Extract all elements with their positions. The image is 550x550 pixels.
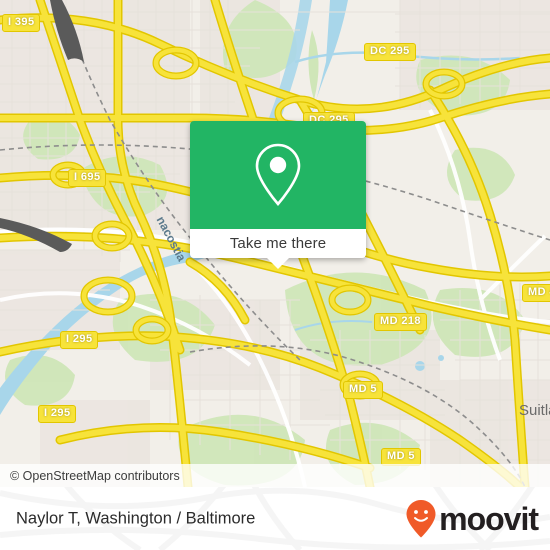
shield-i-695: I 695 <box>68 169 107 187</box>
map-pin-icon <box>255 143 301 206</box>
popup-header <box>190 121 366 229</box>
map-attribution-label: © OpenStreetMap contributors <box>10 468 180 483</box>
moovit-wordmark: moovit <box>439 500 539 537</box>
shield-i-395: I 395 <box>2 14 41 32</box>
moovit-map-screen: I 395 DC 295 DC 295 I 695 MD 4 MD 218 I … <box>0 0 550 550</box>
moovit-pin-smile-icon <box>406 499 436 537</box>
map-canvas[interactable]: I 395 DC 295 DC 295 I 695 MD 4 MD 218 I … <box>0 0 550 487</box>
footer-bar: Naylor T, Washington / Baltimore moovit <box>0 487 550 550</box>
shield-i-295: I 295 <box>60 331 99 349</box>
page-title: Naylor T, Washington / Baltimore <box>16 509 256 527</box>
shield-dc-295: DC 295 <box>364 43 416 61</box>
shield-i-295-2: I 295 <box>38 405 77 423</box>
popup-cta[interactable]: Take me there <box>190 229 366 258</box>
shield-md-4: MD 4 <box>522 284 550 302</box>
shield-md-5: MD 5 <box>343 381 383 399</box>
place-label-suitland: Suitla <box>519 402 550 419</box>
moovit-logo[interactable]: moovit <box>405 499 539 539</box>
popup-tail-icon <box>267 258 289 269</box>
location-popup[interactable]: Take me there <box>190 121 366 269</box>
shield-md-218: MD 218 <box>374 313 427 331</box>
popup-cta-label: Take me there <box>229 235 327 252</box>
map-attribution: © OpenStreetMap contributors <box>0 464 550 487</box>
